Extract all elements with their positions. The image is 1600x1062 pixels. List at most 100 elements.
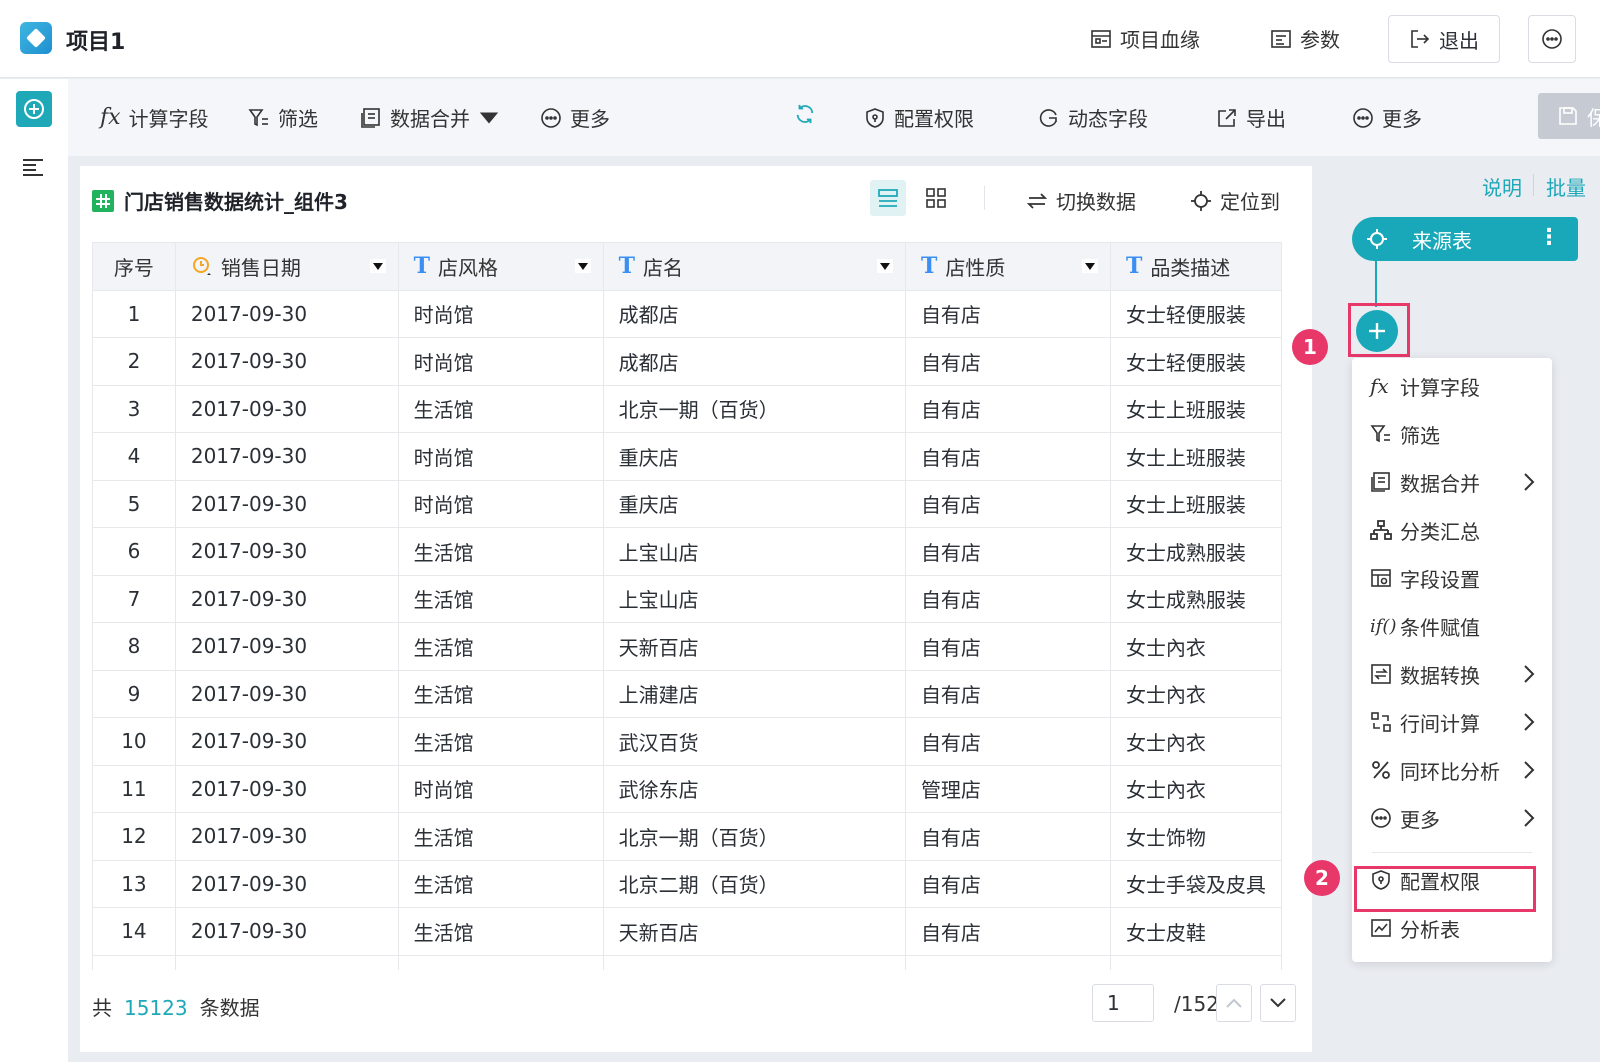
table-row[interactable]: 8 2017-09-30 生活馆 天新百店 自有店 女士內衣	[92, 622, 1282, 671]
page-number-input[interactable]: 1	[1092, 984, 1154, 1022]
menu-item-field-settings[interactable]: 字段设置	[1370, 558, 1538, 598]
project-lineage-button[interactable]: 项目血缘	[1090, 24, 1200, 53]
table-cell: 6	[92, 527, 176, 576]
table-cell: 女士內衣	[1109, 622, 1282, 671]
caret-down-icon[interactable]	[574, 259, 591, 273]
menu-label: 数据合并	[1400, 471, 1480, 496]
table-row[interactable]: 10 2017-09-30 生活馆 武汉百货 自有店 女士內衣	[92, 717, 1282, 766]
table-cell: 女士上班服装	[1109, 432, 1282, 481]
exit-label: 退出	[1439, 28, 1479, 53]
filter-icon	[248, 108, 268, 126]
table-row[interactable]: 4 2017-09-30 时尚馆 重庆店 自有店 女士上班服装	[92, 432, 1282, 481]
col-header-store-style[interactable]: T 店风格	[397, 242, 604, 291]
table-row[interactable]: 6 2017-09-30 生活馆 上宝山店 自有店 女士成熟服装	[92, 527, 1282, 576]
table-row[interactable]: 152017-09-30生活馆北京一期（百货）自有店女士皮鞋	[92, 954, 1282, 970]
menu-item-conditional-assign[interactable]: if() 条件赋值	[1370, 606, 1538, 646]
data-merge-dropdown[interactable]: 数据合并	[360, 103, 500, 132]
more-left-button[interactable]: 更多	[540, 103, 610, 132]
col-header-store-type[interactable]: T 店性质	[904, 242, 1111, 291]
table-cell: 2017-09-30	[174, 527, 399, 576]
caret-down-icon[interactable]	[1081, 259, 1098, 273]
calc-field-button[interactable]: fx 计算字段	[100, 103, 209, 132]
export-icon	[1218, 108, 1236, 127]
grid-view-button[interactable]	[918, 180, 954, 216]
col-header-store-name[interactable]: T 店名	[602, 242, 906, 291]
params-label: 参数	[1300, 28, 1340, 52]
menu-item-data-transform[interactable]: 数据转换	[1370, 654, 1538, 694]
panel-title-text: 门店销售数据统计_组件3	[124, 190, 348, 214]
col-header-category[interactable]: T 品类描述	[1109, 242, 1282, 291]
batch-link[interactable]: 批量	[1546, 172, 1586, 201]
chevron-right-icon	[1524, 761, 1535, 779]
table-cell: 女士皮鞋	[1109, 907, 1282, 956]
table-row[interactable]: 9 2017-09-30 生活馆 上浦建店 自有店 女士內衣	[92, 669, 1282, 718]
caret-down-icon[interactable]	[369, 259, 386, 273]
table-row[interactable]: 2 2017-09-30 时尚馆 成都店 自有店 女士轻便服装	[92, 337, 1282, 386]
source-table-node[interactable]: 来源表 ⋮	[1352, 217, 1578, 261]
shield-icon	[866, 107, 884, 128]
table-row[interactable]: 5 2017-09-30 时尚馆 重庆店 自有店 女士上班服装	[92, 479, 1282, 528]
params-button[interactable]: 参数	[1270, 24, 1340, 53]
menu-item-data-merge[interactable]: 数据合并	[1370, 462, 1538, 502]
menu-item-analysis-table[interactable]: 分析表	[1370, 908, 1538, 948]
caret-down-icon[interactable]	[876, 259, 893, 273]
add-step-button[interactable]	[1356, 310, 1398, 352]
table-row[interactable]: 1 2017-09-30 时尚馆 成都店 自有店 女士轻便服装	[92, 289, 1282, 338]
chart-icon	[1371, 919, 1391, 937]
locate-button[interactable]: 定位到	[1190, 186, 1280, 215]
data-panel: 门店销售数据统计_组件3 切换数据 定位到 序号 销售日期 T 店风格 T 店名…	[80, 166, 1312, 1052]
chevron-right-icon	[1524, 665, 1535, 683]
table-row[interactable]: 3 2017-09-30 生活馆 北京一期（百货） 自有店 女士上班服装	[92, 384, 1282, 433]
prev-page-button[interactable]	[1216, 984, 1252, 1022]
col-header-sales-date[interactable]: 销售日期	[174, 242, 399, 291]
table-icon	[92, 189, 114, 212]
text-type-icon: T	[618, 253, 635, 280]
more-right-button[interactable]: 更多	[1352, 103, 1422, 132]
menu-item-yoy-analysis[interactable]: 同环比分析	[1370, 750, 1538, 790]
detail-view-button[interactable]	[870, 180, 906, 216]
more-options-button[interactable]	[1528, 15, 1576, 63]
table-cell: 2017-09-30	[174, 669, 399, 718]
filter-button[interactable]: 筛选	[248, 103, 318, 132]
menu-item-row-calc[interactable]: 行间计算	[1370, 702, 1538, 742]
table-cell: 13	[92, 859, 176, 908]
next-page-button[interactable]	[1260, 984, 1296, 1022]
table-cell: 女士饰物	[1109, 812, 1282, 861]
table-cell: 生活馆	[397, 859, 604, 908]
table-cell: 2017-09-30	[174, 717, 399, 766]
table-row[interactable]: 13 2017-09-30 生活馆 北京二期（百货） 自有店 女士手袋及皮具	[92, 859, 1282, 908]
add-component-button[interactable]	[16, 91, 52, 127]
table-row[interactable]: 12 2017-09-30 生活馆 北京一期（百货） 自有店 女士饰物	[92, 812, 1282, 861]
fx-icon: fx	[100, 105, 121, 130]
help-link[interactable]: 说明	[1482, 172, 1522, 201]
config-permission-button[interactable]: 配置权限	[864, 103, 974, 132]
table-row[interactable]: 14 2017-09-30 生活馆 天新百店 自有店 女士皮鞋	[92, 907, 1282, 956]
switch-data-button[interactable]: 切换数据	[1026, 186, 1136, 215]
table-row[interactable]: 11 2017-09-30 时尚馆 武徐东店 管理店 女士內衣	[92, 764, 1282, 813]
table-cell: 生活馆	[397, 527, 604, 576]
exit-button[interactable]: 退出	[1388, 15, 1500, 63]
table-cell: 时尚馆	[397, 337, 604, 386]
save-button[interactable]: 保存	[1538, 93, 1600, 139]
export-button[interactable]: 导出	[1216, 103, 1286, 132]
table-cell: 2017-09-30	[174, 859, 399, 908]
kebab-menu-icon[interactable]: ⋮	[1538, 225, 1560, 250]
menu-item-calc-field[interactable]: fx 计算字段	[1370, 366, 1538, 406]
list-view-icon[interactable]	[22, 157, 44, 177]
menu-item-group-summary[interactable]: 分类汇总	[1370, 510, 1538, 550]
table-cell: 2017-09-30	[174, 574, 399, 623]
table-cell: 女士成熟服装	[1109, 574, 1282, 623]
table-cell: 2017-09-30	[174, 954, 399, 970]
refresh-button[interactable]	[794, 103, 816, 125]
table-cell: 12	[92, 812, 176, 861]
table-row[interactable]: 7 2017-09-30 生活馆 上宝山店 自有店 女士成熟服装	[92, 574, 1282, 623]
table-body: 1 2017-09-30 时尚馆 成都店 自有店 女士轻便服装 2 2017-09-30 时尚馆…	[92, 289, 1282, 970]
lineage-icon	[1091, 29, 1111, 48]
table-cell: 生活馆	[397, 384, 604, 433]
menu-item-filter[interactable]: 筛选	[1370, 414, 1538, 454]
fx-icon: fx	[1370, 374, 1389, 398]
table-cell: 时尚馆	[397, 479, 604, 528]
menu-item-more[interactable]: 更多	[1370, 798, 1538, 838]
dynamic-field-button[interactable]: 动态字段	[1038, 103, 1148, 132]
table-cell: 2017-09-30	[174, 289, 399, 338]
